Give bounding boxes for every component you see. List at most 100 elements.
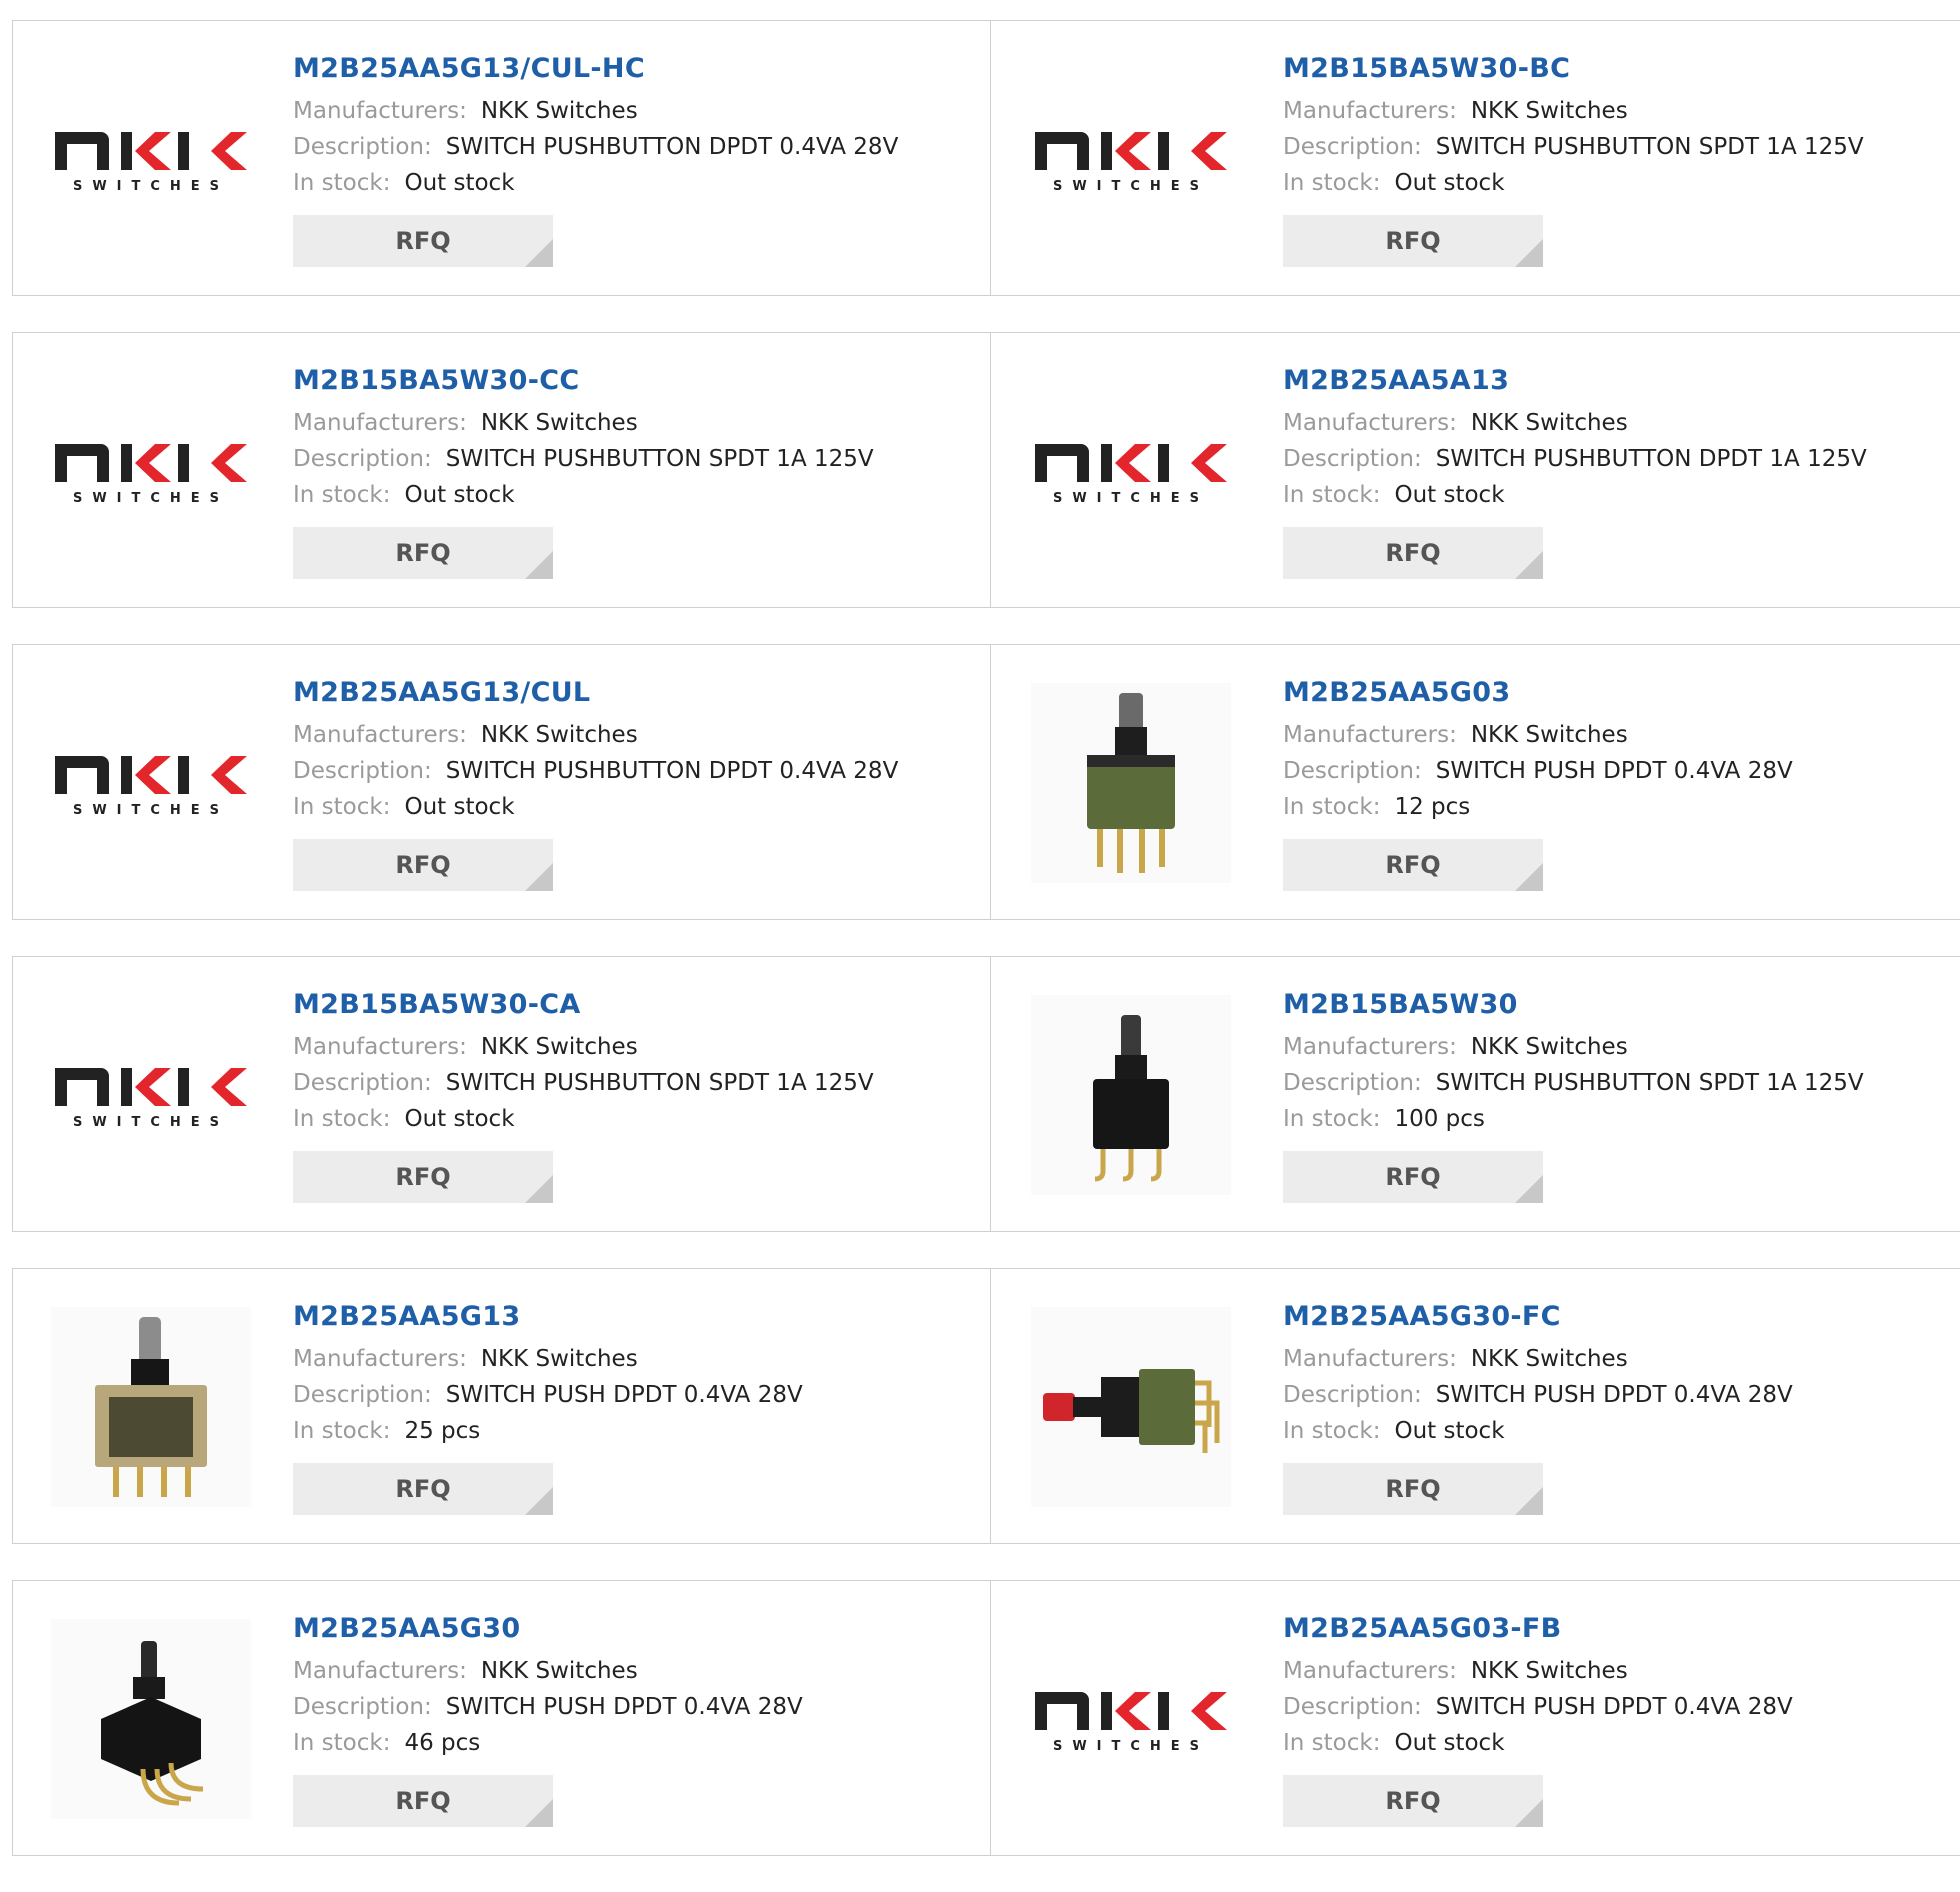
manufacturer-value: NKK Switches [480,410,638,436]
description-value: SWITCH PUSHBUTTON SPDT 1A 125V [1435,1070,1864,1096]
description-label: Description: [293,1694,432,1720]
pushbutton-switch-photo-icon [51,1307,251,1507]
description-value: SWITCH PUSH DPDT 0.4VA 28V [445,1694,803,1720]
rfq-button[interactable]: RFQ [293,1151,553,1203]
rfq-button[interactable]: RFQ [1283,839,1543,891]
pushbutton-switch-photo-icon [1031,683,1231,883]
stock-label: In stock: [1283,794,1381,820]
product-image-nkk-logo[interactable]: SWITCHES [51,683,251,883]
rfq-button[interactable]: RFQ [1283,1151,1543,1203]
manufacturers-label: Manufacturers: [1283,722,1457,748]
product-image-switch-photo[interactable] [1031,683,1231,883]
manufacturer-value: NKK Switches [480,1658,638,1684]
rfq-button[interactable]: RFQ [293,527,553,579]
description-value: SWITCH PUSHBUTTON SPDT 1A 125V [1435,134,1864,160]
product-image-nkk-logo[interactable]: SWITCHES [51,371,251,571]
stock-label: In stock: [293,794,391,820]
product-card: M2B25AA5G30 Manufacturers: NKK Switches D… [13,1581,991,1855]
rfq-button[interactable]: RFQ [293,1775,553,1827]
rfq-button[interactable]: RFQ [1283,215,1543,267]
product-image-nkk-logo[interactable]: SWITCHES [1031,371,1231,571]
rfq-button[interactable]: RFQ [1283,1775,1543,1827]
product-title-link[interactable]: M2B15BA5W30 [1283,985,1864,1025]
manufacturer-value: NKK Switches [480,1346,638,1372]
manufacturer-value: NKK Switches [480,722,638,748]
product-image-switch-photo[interactable] [51,1307,251,1507]
product-grid: SWITCHES M2B25AA5G13/CUL-HC Manufacturer… [12,20,1960,1892]
manufacturers-label: Manufacturers: [293,98,467,124]
product-title-link[interactable]: M2B25AA5G03 [1283,673,1793,713]
rfq-button[interactable]: RFQ [293,1463,553,1515]
product-title-link[interactable]: M2B25AA5A13 [1283,361,1867,401]
manufacturers-label: Manufacturers: [293,410,467,436]
manufacturers-label: Manufacturers: [293,1034,467,1060]
nkk-logo-icon: SWITCHES [55,1068,247,1130]
product-image-nkk-logo[interactable]: SWITCHES [51,995,251,1195]
product-title-link[interactable]: M2B15BA5W30-BC [1283,49,1864,89]
rfq-button[interactable]: RFQ [1283,527,1543,579]
rfq-label: RFQ [1385,1163,1441,1191]
manufacturer-value: NKK Switches [1470,1658,1628,1684]
corner-triangle-icon [525,1175,553,1203]
rfq-label: RFQ [395,539,451,567]
product-title-link[interactable]: M2B15BA5W30-CA [293,985,874,1025]
description-value: SWITCH PUSH DPDT 0.4VA 28V [1435,1382,1793,1408]
description-label: Description: [1283,446,1422,472]
product-image-nkk-logo[interactable]: SWITCHES [1031,59,1231,259]
stock-label: In stock: [1283,1106,1381,1132]
product-card: SWITCHES M2B25AA5G13/CUL-HC Manufacturer… [13,21,991,295]
stock-value: Out stock [1394,1418,1505,1444]
product-image-switch-photo[interactable] [1031,1307,1231,1507]
product-title-link[interactable]: M2B25AA5G03-FB [1283,1609,1793,1649]
svg-text:SWITCHES: SWITCHES [73,491,229,506]
manufacturer-value: NKK Switches [1470,1034,1628,1060]
stock-label: In stock: [293,170,391,196]
stock-value: Out stock [404,170,515,196]
corner-triangle-icon [1515,239,1543,267]
stock-label: In stock: [293,1418,391,1444]
product-card: SWITCHES M2B15BA5W30-CA Manufacturers: NK… [13,957,991,1231]
nkk-logo-icon: SWITCHES [1035,1692,1227,1754]
product-row: SWITCHES M2B25AA5G13/CUL-HC Manufacturer… [12,20,1960,296]
rfq-button[interactable]: RFQ [1283,1463,1543,1515]
product-row: SWITCHES M2B15BA5W30-CA Manufacturers: NK… [12,956,1960,1232]
product-row: M2B25AA5G13 Manufacturers: NKK Switches D… [12,1268,1960,1544]
product-image-switch-photo[interactable] [1031,995,1231,1195]
corner-triangle-icon [525,1487,553,1515]
product-image-nkk-logo[interactable]: SWITCHES [51,59,251,259]
description-label: Description: [293,1382,432,1408]
stock-label: In stock: [293,1730,391,1756]
product-image-nkk-logo[interactable]: SWITCHES [1031,1619,1231,1819]
stock-value: Out stock [1394,1730,1505,1756]
nkk-logo-icon: SWITCHES [1035,132,1227,194]
rfq-button[interactable]: RFQ [293,839,553,891]
product-card: SWITCHES M2B15BA5W30-BC Manufacturers: NK… [991,21,1960,295]
manufacturer-value: NKK Switches [1470,722,1628,748]
stock-label: In stock: [1283,1730,1381,1756]
rfq-label: RFQ [1385,1475,1441,1503]
rfq-button[interactable]: RFQ [293,215,553,267]
product-row: SWITCHES M2B25AA5G13/CUL Manufacturers: N… [12,644,1960,920]
product-card: M2B25AA5G03 Manufacturers: NKK Switches D… [991,645,1960,919]
stock-value: Out stock [1394,170,1505,196]
product-title-link[interactable]: M2B25AA5G13 [293,1297,803,1337]
product-title-link[interactable]: M2B25AA5G30 [293,1609,803,1649]
product-title-link[interactable]: M2B25AA5G13/CUL [293,673,898,713]
product-card: M2B15BA5W30 Manufacturers: NKK Switches D… [991,957,1960,1231]
stock-label: In stock: [293,1106,391,1132]
stock-value: Out stock [404,794,515,820]
pushbutton-switch-photo-icon [51,1619,251,1819]
product-image-switch-photo[interactable] [51,1619,251,1819]
manufacturer-value: NKK Switches [1470,98,1628,124]
rfq-label: RFQ [1385,227,1441,255]
pushbutton-switch-photo-icon [1031,1307,1231,1507]
stock-label: In stock: [1283,482,1381,508]
product-card: M2B25AA5G13 Manufacturers: NKK Switches D… [13,1269,991,1543]
pushbutton-switch-photo-icon [1031,995,1231,1195]
product-title-link[interactable]: M2B25AA5G30-FC [1283,1297,1793,1337]
description-value: SWITCH PUSHBUTTON SPDT 1A 125V [445,1070,874,1096]
product-title-link[interactable]: M2B25AA5G13/CUL-HC [293,49,898,89]
product-title-link[interactable]: M2B15BA5W30-CC [293,361,874,401]
stock-label: In stock: [1283,1418,1381,1444]
description-value: SWITCH PUSHBUTTON SPDT 1A 125V [445,446,874,472]
